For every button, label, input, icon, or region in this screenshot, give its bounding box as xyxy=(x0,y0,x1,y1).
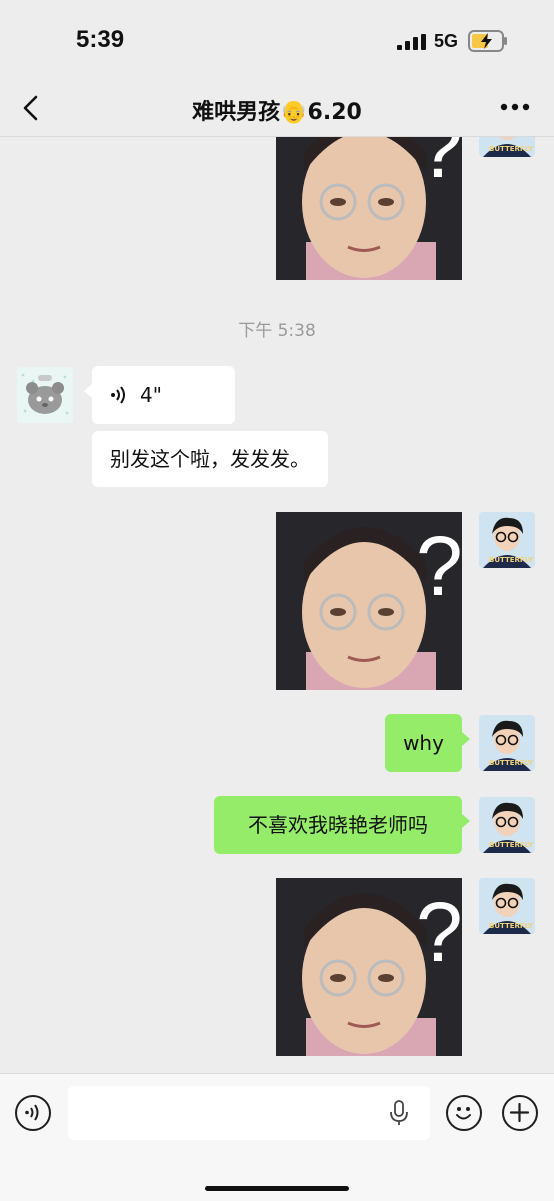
avatar-shirt-text: BUTTERFLY xyxy=(489,922,534,930)
sticker-message[interactable]: ? xyxy=(276,878,462,1056)
status-bar: 5:39 5G xyxy=(0,0,554,80)
home-indicator xyxy=(205,1186,349,1191)
sent-text-bubble[interactable]: why xyxy=(385,714,470,772)
self-avatar[interactable]: BUTTERFLY xyxy=(479,878,535,934)
contact-avatar[interactable] xyxy=(17,367,73,423)
sticker-message[interactable]: ? xyxy=(276,137,462,280)
sent-text: 不喜欢我晓艳老师吗 xyxy=(248,813,428,837)
sticker-question-mark: ? xyxy=(416,519,462,613)
message-list[interactable]: ? BUTTERFLY 下午 5:38 4" 别发这个啦，发发发。 ? BUTT… xyxy=(0,137,554,1073)
sticker-question-mark: ? xyxy=(416,137,462,195)
voice-duration: 4" xyxy=(140,383,162,407)
voice-mode-button[interactable] xyxy=(15,1095,51,1131)
microphone-icon[interactable] xyxy=(388,1099,410,1127)
sent-text-bubble[interactable]: 不喜欢我晓艳老师吗 xyxy=(214,796,470,854)
chat-title: 难哄男孩👴6.20 xyxy=(192,100,362,125)
plus-icon xyxy=(509,1102,530,1123)
emoji-icon xyxy=(456,1107,471,1120)
message-timestamp: 下午 5:38 xyxy=(238,321,316,341)
sent-text: why xyxy=(403,731,444,755)
avatar-shirt-text: BUTTERFLY xyxy=(489,145,534,153)
voice-mode-icon xyxy=(25,1104,39,1121)
sticker-question-mark: ? xyxy=(416,885,462,979)
self-avatar[interactable]: BUTTERFLY xyxy=(479,715,535,771)
chat-header: 难哄男孩👴6.20 xyxy=(0,80,554,137)
battery-charging-icon xyxy=(468,30,507,52)
sticker-message[interactable]: ? xyxy=(276,512,462,690)
emoji-button[interactable] xyxy=(446,1095,482,1131)
self-avatar[interactable]: BUTTERFLY xyxy=(479,797,535,853)
status-time: 5:39 xyxy=(76,26,125,53)
signal-icon xyxy=(397,34,426,50)
self-avatar[interactable]: BUTTERFLY xyxy=(479,137,535,157)
avatar-shirt-text: BUTTERFLY xyxy=(489,841,534,849)
received-text: 别发这个啦，发发发。 xyxy=(110,447,310,471)
input-bar xyxy=(0,1073,554,1201)
self-avatar[interactable]: BUTTERFLY xyxy=(479,512,535,568)
received-text-bubble[interactable]: 别发这个啦，发发发。 xyxy=(92,431,328,487)
avatar-shirt-text: BUTTERFLY xyxy=(489,759,534,767)
more-dots-icon[interactable] xyxy=(500,100,530,114)
plus-button[interactable] xyxy=(502,1095,538,1131)
message-input[interactable] xyxy=(68,1086,430,1140)
network-type: 5G xyxy=(434,31,459,51)
voice-message-bubble[interactable]: 4" xyxy=(84,366,235,424)
voice-wave-icon xyxy=(111,386,125,404)
avatar-shirt-text: BUTTERFLY xyxy=(489,556,534,564)
